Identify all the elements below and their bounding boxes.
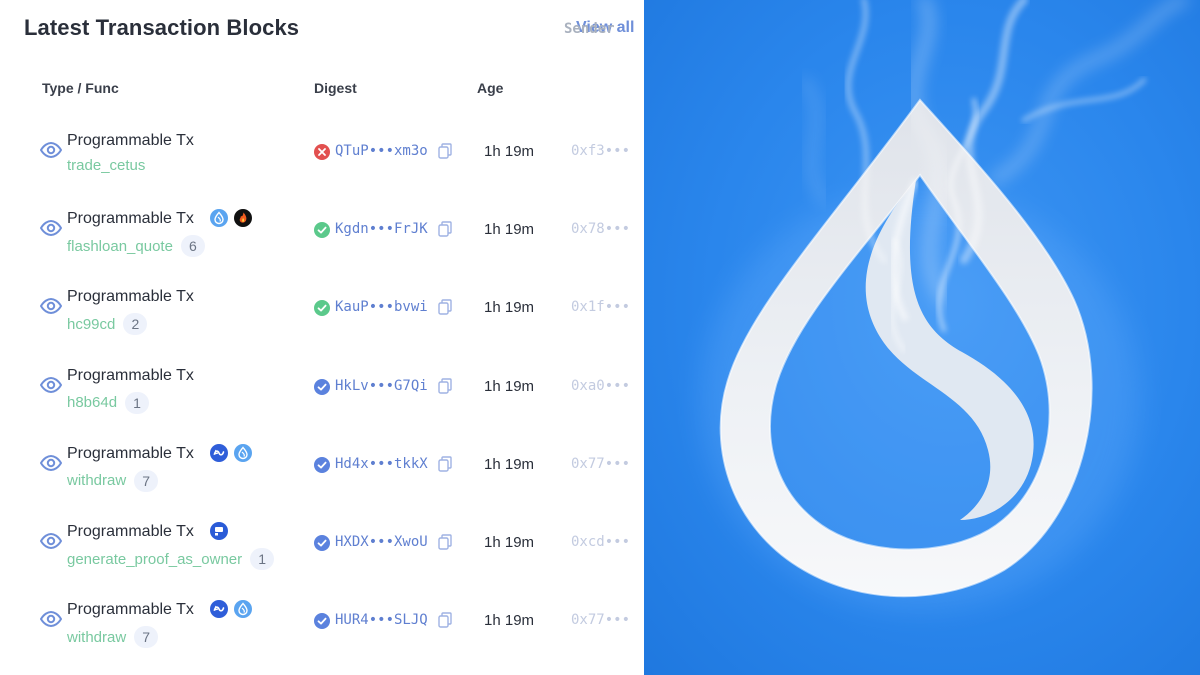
tx-type-label: Programmable Tx xyxy=(67,288,194,306)
eye-icon[interactable] xyxy=(39,220,63,237)
success-status-icon xyxy=(314,535,330,551)
sender-address-link[interactable]: 0x78••• xyxy=(571,221,630,237)
eye-icon[interactable] xyxy=(39,454,63,471)
success-status-icon xyxy=(314,222,330,239)
func-line: flashloan_quote 6 xyxy=(67,235,205,258)
success-status-icon xyxy=(314,613,330,630)
transaction-blocks-panel: Latest Transaction Blocks View all Type … xyxy=(0,0,644,675)
protocol-badges xyxy=(210,522,228,542)
call-count-badge: 1 xyxy=(125,391,150,414)
age-label: 1h 19m xyxy=(484,455,535,473)
sui-illustration-panel xyxy=(644,0,1200,675)
func-name-link[interactable]: hc99cd xyxy=(67,316,115,333)
age-label: 1h 19m xyxy=(484,221,535,239)
digest-link[interactable]: QTuP•••xm3o xyxy=(335,143,428,159)
copy-icon[interactable] xyxy=(438,221,452,237)
tx-type-label: Programmable Tx xyxy=(67,523,194,540)
success-status-icon xyxy=(314,300,330,317)
table-row[interactable]: Programmable Tx withdraw 7 Hd4x•••tkkX 1h 19… xyxy=(0,435,644,495)
sender-address-link[interactable]: 0x1f••• xyxy=(571,299,630,315)
sui-logo-icon[interactable] xyxy=(210,209,228,228)
success-status-icon xyxy=(314,378,330,395)
swap-logo-icon[interactable] xyxy=(210,443,228,462)
age-label: 1h 19m xyxy=(484,377,535,395)
sui-logo-icon[interactable] xyxy=(234,443,252,462)
swap-logo-icon[interactable] xyxy=(210,600,228,619)
func-name-link[interactable]: withdraw xyxy=(67,472,126,489)
tx-type-label: Programmable Tx xyxy=(67,601,194,619)
table-row[interactable]: Programmable Tx flashloan_quote 6 Kgdn•••Fr… xyxy=(0,200,644,260)
func-name-link[interactable]: trade_cetus xyxy=(67,157,145,174)
column-header-sender: Sender xyxy=(564,21,615,37)
failed-status-icon xyxy=(314,144,330,160)
copy-icon[interactable] xyxy=(438,299,452,316)
func-name-link[interactable]: withdraw xyxy=(67,629,126,646)
protocol-badges xyxy=(210,209,252,229)
copy-icon[interactable] xyxy=(438,143,452,159)
age-label: 1h 19m xyxy=(484,143,535,160)
func-name-link[interactable]: flashloan_quote xyxy=(67,238,173,255)
digest-link[interactable]: Kgdn•••FrJK xyxy=(335,221,428,237)
sender-address-link[interactable]: 0x77••• xyxy=(571,456,630,472)
table-row[interactable]: Programmable Tx generate_proof_as_owner 1 H… xyxy=(0,513,644,573)
table-row[interactable]: Programmable Tx trade_cetus QTuP•••xm3o 1h … xyxy=(0,122,644,182)
sui-logo-icon[interactable] xyxy=(234,600,252,619)
copy-icon[interactable] xyxy=(438,377,452,394)
digest-link[interactable]: HUR4•••SLJQ xyxy=(335,612,428,628)
func-line: withdraw 7 xyxy=(67,626,159,649)
copy-icon[interactable] xyxy=(438,456,452,472)
copy-icon[interactable] xyxy=(438,534,452,550)
digest-link[interactable]: HXDX•••XwoU xyxy=(335,534,428,550)
eye-icon[interactable] xyxy=(39,532,63,550)
tx-type-label: Programmable Tx xyxy=(67,210,194,228)
sender-address-link[interactable]: 0xf3••• xyxy=(571,143,630,159)
digest-link[interactable]: Hd4x•••tkkX xyxy=(335,456,428,472)
eye-icon[interactable] xyxy=(39,611,63,628)
age-label: 1h 19m xyxy=(484,612,535,630)
func-line: trade_cetus xyxy=(67,157,145,174)
eye-icon[interactable] xyxy=(39,298,63,315)
call-count-badge: 2 xyxy=(123,313,148,336)
func-line: generate_proof_as_owner 1 xyxy=(67,548,275,570)
tx-type-label: Programmable Tx xyxy=(67,444,194,462)
column-header-age: Age xyxy=(477,80,504,96)
eye-icon[interactable] xyxy=(39,141,63,159)
call-count-badge: 6 xyxy=(180,235,205,258)
protocol-logo-icon[interactable] xyxy=(210,522,228,540)
page-title: Latest Transaction Blocks xyxy=(24,15,300,40)
digest-link[interactable]: KauP•••bvwi xyxy=(335,299,428,315)
func-name-link[interactable]: generate_proof_as_owner xyxy=(67,551,242,568)
call-count-badge: 1 xyxy=(250,548,275,570)
func-line: withdraw 7 xyxy=(67,469,159,492)
call-count-badge: 7 xyxy=(134,626,159,649)
tx-type-label: Programmable Tx xyxy=(67,366,194,384)
func-line: hc99cd 2 xyxy=(67,313,148,336)
func-line: h8b64d 1 xyxy=(67,391,150,414)
sui-droplet-logo-icon xyxy=(700,0,1189,610)
sender-address-link[interactable]: 0xa0••• xyxy=(571,378,630,394)
func-name-link[interactable]: h8b64d xyxy=(67,394,117,411)
table-row[interactable]: Programmable Tx hc99cd 2 KauP•••bvwi 1h 19m 0… xyxy=(0,278,644,338)
protocol-badges xyxy=(210,443,252,464)
flame-logo-icon[interactable] xyxy=(234,209,252,228)
protocol-badges xyxy=(210,600,252,620)
digest-link[interactable]: HkLv•••G7Qi xyxy=(335,378,428,394)
age-label: 1h 19m xyxy=(484,299,535,317)
tx-type-label: Programmable Tx xyxy=(67,132,194,149)
table-row[interactable]: Programmable Tx withdraw 7 HUR4•••SLJQ 1h 19… xyxy=(0,591,644,651)
success-status-icon xyxy=(314,456,330,473)
table-row[interactable]: Programmable Tx h8b64d 1 HkLv•••G7Qi 1h 19m 0… xyxy=(0,357,644,417)
call-count-badge: 7 xyxy=(134,469,159,492)
column-header-digest: Digest xyxy=(314,80,357,96)
copy-icon[interactable] xyxy=(438,612,452,628)
column-header-type: Type / Func xyxy=(42,80,119,96)
sender-address-link[interactable]: 0x77••• xyxy=(571,612,630,628)
eye-icon[interactable] xyxy=(39,376,63,393)
age-label: 1h 19m xyxy=(484,534,535,551)
sender-address-link[interactable]: 0xcd••• xyxy=(571,534,630,550)
